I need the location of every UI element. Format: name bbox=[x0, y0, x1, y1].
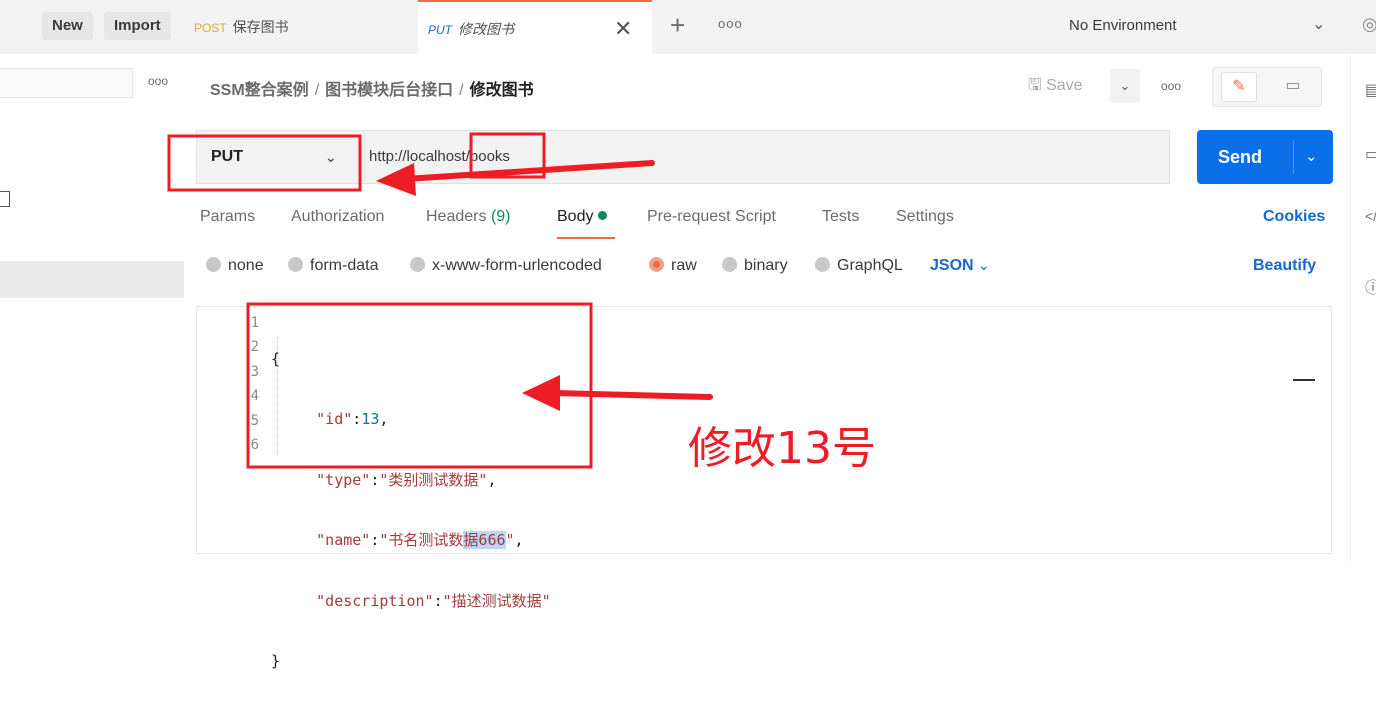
arrow-head-icon bbox=[522, 375, 560, 411]
arrow-head-icon bbox=[376, 163, 416, 196]
code-line: "description":"描述测试数据" bbox=[316, 591, 551, 610]
annotation-overlay bbox=[167, 132, 713, 469]
method-highlight-box bbox=[167, 134, 362, 192]
code-line: } bbox=[271, 651, 281, 670]
arrow-line bbox=[552, 390, 713, 400]
annotation-text: 修改13号 bbox=[688, 423, 876, 474]
